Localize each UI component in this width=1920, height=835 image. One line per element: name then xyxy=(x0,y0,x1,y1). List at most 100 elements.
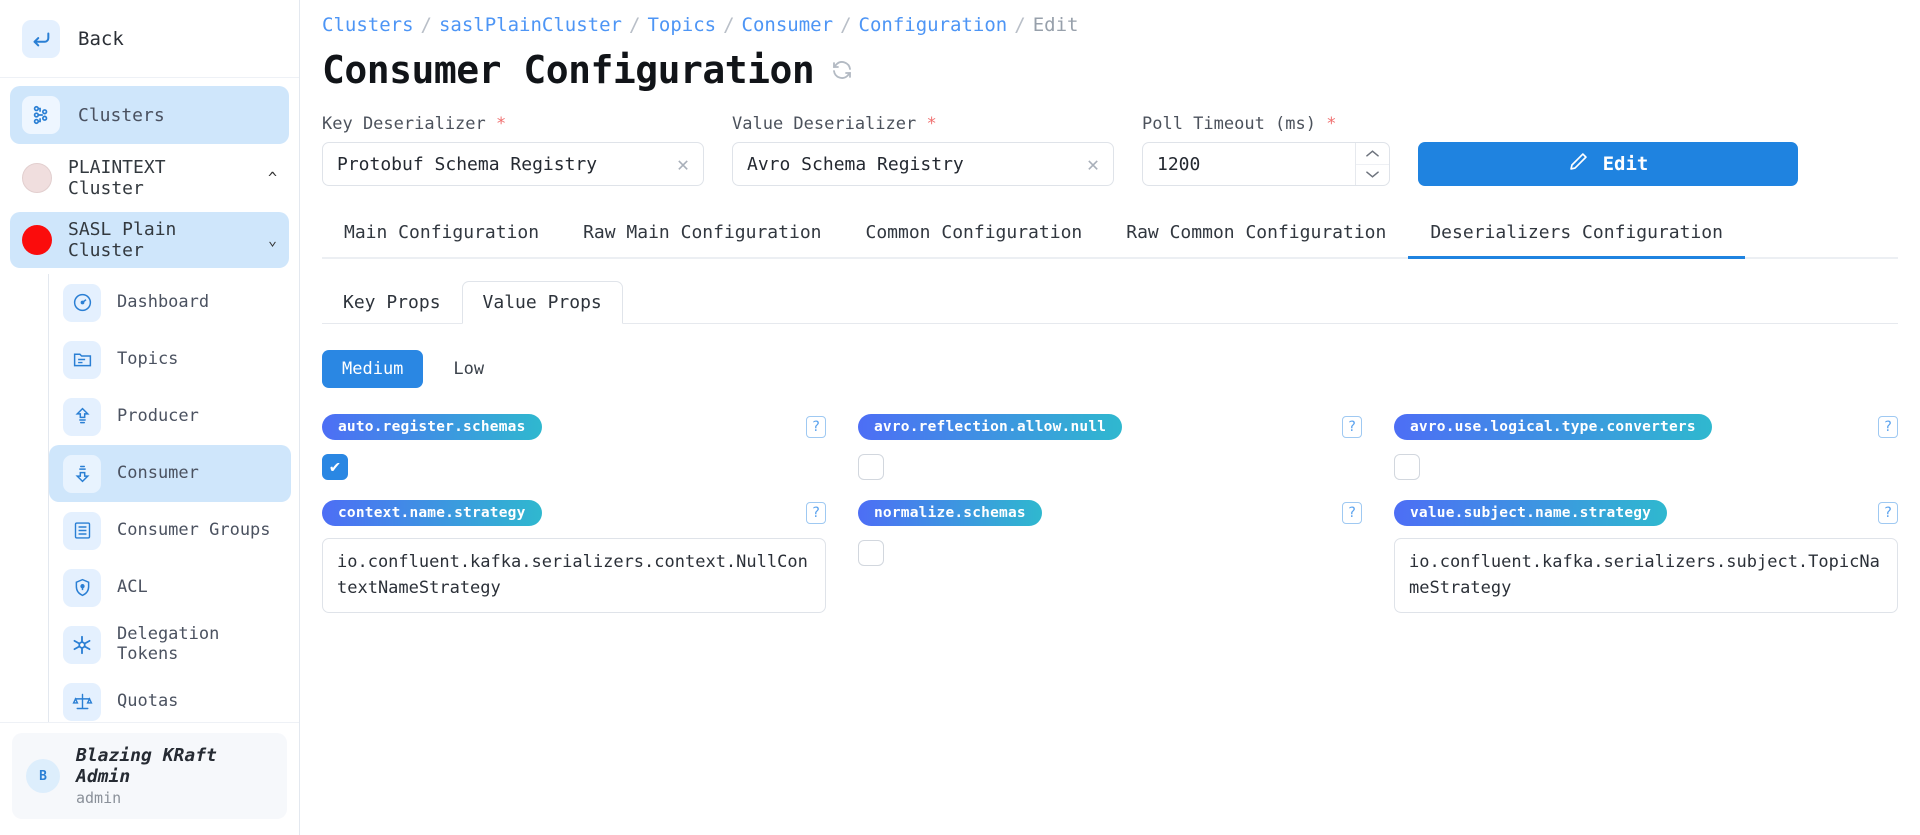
sidebar-cluster-sasl-plain[interactable]: SASL Plain Cluster ⌄ xyxy=(10,212,289,268)
property-avro-reflection-allow-null: avro.reflection.allow.null ? xyxy=(858,414,1362,480)
sidebar-item-label: Consumer Groups xyxy=(117,519,271,540)
key-deserializer-select[interactable]: Protobuf Schema Registry ✕ xyxy=(322,142,704,186)
value-deserializer-field: Value Deserializer * Avro Schema Registr… xyxy=(732,114,1114,186)
sidebar-item-producer[interactable]: Producer xyxy=(49,388,291,445)
pill-low[interactable]: Low xyxy=(433,350,504,388)
tab-main-configuration[interactable]: Main Configuration xyxy=(322,212,561,257)
refresh-icon[interactable] xyxy=(830,58,854,82)
property-text-input[interactable]: io.confluent.kafka.serializers.subject.T… xyxy=(1394,538,1898,613)
poll-timeout-value[interactable]: 1200 xyxy=(1143,143,1355,185)
breadcrumb-item-consumer[interactable]: Consumer xyxy=(742,14,834,36)
back-button[interactable]: Back xyxy=(0,0,299,78)
subtab-key-props[interactable]: Key Props xyxy=(322,281,462,324)
status-dot xyxy=(22,225,52,255)
deserializer-form: Key Deserializer * Protobuf Schema Regis… xyxy=(322,114,1898,186)
subtab-value-props[interactable]: Value Props xyxy=(461,281,623,324)
poll-timeout-label: Poll Timeout (ms) * xyxy=(1142,114,1390,134)
breadcrumb-item-cluster[interactable]: saslPlainCluster xyxy=(439,14,622,36)
property-avro-use-logical-type-converters: avro.use.logical.type.converters ? xyxy=(1394,414,1898,480)
value-deserializer-select[interactable]: Avro Schema Registry ✕ xyxy=(732,142,1114,186)
arrow-left-icon xyxy=(22,19,60,58)
property-header: context.name.strategy ? xyxy=(322,500,826,526)
breadcrumb-item-topics[interactable]: Topics xyxy=(647,14,716,36)
property-context-name-strategy: context.name.strategy ? io.confluent.kaf… xyxy=(322,500,826,613)
chevron-down-icon[interactable]: ⌄ xyxy=(268,231,277,249)
sidebar-item-acl[interactable]: ACL xyxy=(49,559,291,616)
sidebar-item-dashboard[interactable]: Dashboard xyxy=(49,274,291,331)
pill-medium[interactable]: Medium xyxy=(322,350,424,388)
property-checkbox[interactable] xyxy=(858,454,884,480)
back-label: Back xyxy=(78,27,124,50)
poll-timeout-stepper[interactable]: 1200 xyxy=(1142,142,1390,186)
config-tabs: Main Configuration Raw Main Configuratio… xyxy=(322,212,1898,259)
sidebar-item-consumer-groups[interactable]: Consumer Groups xyxy=(49,502,291,559)
sidebar-item-delegation-tokens[interactable]: Delegation Tokens xyxy=(49,616,291,673)
property-checkbox[interactable] xyxy=(858,540,884,566)
sidebar-item-label: Dashboard xyxy=(117,291,210,312)
sidebar-item-consumer[interactable]: Consumer xyxy=(49,445,291,502)
cluster-nodes-icon xyxy=(22,96,60,134)
sidebar-item-label: Topics xyxy=(117,348,179,369)
required-marker: * xyxy=(1326,114,1337,134)
poll-timeout-field: Poll Timeout (ms) * 1200 xyxy=(1142,114,1390,186)
cluster-label: PLAINTEXT Cluster xyxy=(68,157,166,199)
breadcrumb-separator: / xyxy=(723,14,735,36)
shield-icon xyxy=(63,568,101,607)
label-text: Poll Timeout (ms) xyxy=(1142,114,1316,134)
help-icon[interactable]: ? xyxy=(1342,502,1362,524)
sidebar-cluster-plaintext[interactable]: PLAINTEXT Cluster ^ xyxy=(10,150,289,206)
help-icon[interactable]: ? xyxy=(1878,502,1898,524)
property-name-chip: avro.use.logical.type.converters xyxy=(1394,414,1712,440)
props-subtabs: Key Props Value Props xyxy=(322,281,1898,324)
breadcrumb-item-configuration[interactable]: Configuration xyxy=(859,14,1008,36)
property-header: auto.register.schemas ? xyxy=(322,414,826,440)
chevron-up-icon[interactable]: ^ xyxy=(268,169,277,187)
chevron-up-icon[interactable] xyxy=(1356,143,1389,165)
edit-button[interactable]: Edit xyxy=(1418,142,1798,186)
help-icon[interactable]: ? xyxy=(806,502,826,524)
label-text: Key Deserializer xyxy=(322,114,486,134)
property-text-input[interactable]: io.confluent.kafka.serializers.context.N… xyxy=(322,538,826,613)
value-deserializer-value: Avro Schema Registry xyxy=(747,153,964,175)
folder-icon xyxy=(63,340,101,379)
property-normalize-schemas: normalize.schemas ? xyxy=(858,500,1362,613)
chevron-down-icon[interactable] xyxy=(1356,165,1389,186)
sidebar-item-label: Quotas xyxy=(117,690,179,711)
value-deserializer-label: Value Deserializer * xyxy=(732,114,1114,134)
status-dot xyxy=(22,163,52,193)
cluster-label: SASL Plain Cluster xyxy=(68,219,177,261)
pencil-icon xyxy=(1568,151,1589,177)
page-header: Consumer Configuration xyxy=(322,48,1898,92)
breadcrumb-separator: / xyxy=(420,14,432,36)
edit-button-label: Edit xyxy=(1602,153,1649,175)
label-text: Value Deserializer xyxy=(732,114,917,134)
sidebar-item-topics[interactable]: Topics xyxy=(49,331,291,388)
breadcrumb-item-clusters[interactable]: Clusters xyxy=(322,14,414,36)
property-checkbox[interactable] xyxy=(1394,454,1420,480)
key-deserializer-field: Key Deserializer * Protobuf Schema Regis… xyxy=(322,114,704,186)
sidebar-submenu: Dashboard Topics Producer Consumer Consu… xyxy=(48,274,299,722)
tab-deserializers-configuration[interactable]: Deserializers Configuration xyxy=(1408,212,1745,259)
help-icon[interactable]: ? xyxy=(806,416,826,438)
tab-raw-common-configuration[interactable]: Raw Common Configuration xyxy=(1104,212,1408,257)
required-marker: * xyxy=(496,114,507,134)
tab-common-configuration[interactable]: Common Configuration xyxy=(844,212,1105,257)
property-checkbox[interactable]: ✔ xyxy=(322,454,348,480)
sidebar-item-label: Consumer xyxy=(117,462,199,483)
sidebar-item-quotas[interactable]: Quotas xyxy=(49,673,291,722)
app-root: Back Clusters PLAINTEXT Cluster ^ SASL P… xyxy=(0,0,1920,835)
tab-raw-main-configuration[interactable]: Raw Main Configuration xyxy=(561,212,843,257)
clear-icon[interactable]: ✕ xyxy=(1087,154,1099,174)
upload-arrow-icon xyxy=(63,397,101,436)
importance-filter: Medium Low xyxy=(322,350,1898,388)
property-name-chip: auto.register.schemas xyxy=(322,414,542,440)
sidebar-item-clusters[interactable]: Clusters xyxy=(10,86,289,144)
help-icon[interactable]: ? xyxy=(1342,416,1362,438)
breadcrumb-separator: / xyxy=(840,14,852,36)
clear-icon[interactable]: ✕ xyxy=(677,154,689,174)
help-icon[interactable]: ? xyxy=(1878,416,1898,438)
key-deserializer-value: Protobuf Schema Registry xyxy=(337,153,598,175)
user-profile[interactable]: B Blazing KRaft Admin admin xyxy=(0,722,299,835)
breadcrumb: Clusters / saslPlainCluster / Topics / C… xyxy=(322,14,1898,36)
breadcrumb-item-edit: Edit xyxy=(1032,14,1079,36)
